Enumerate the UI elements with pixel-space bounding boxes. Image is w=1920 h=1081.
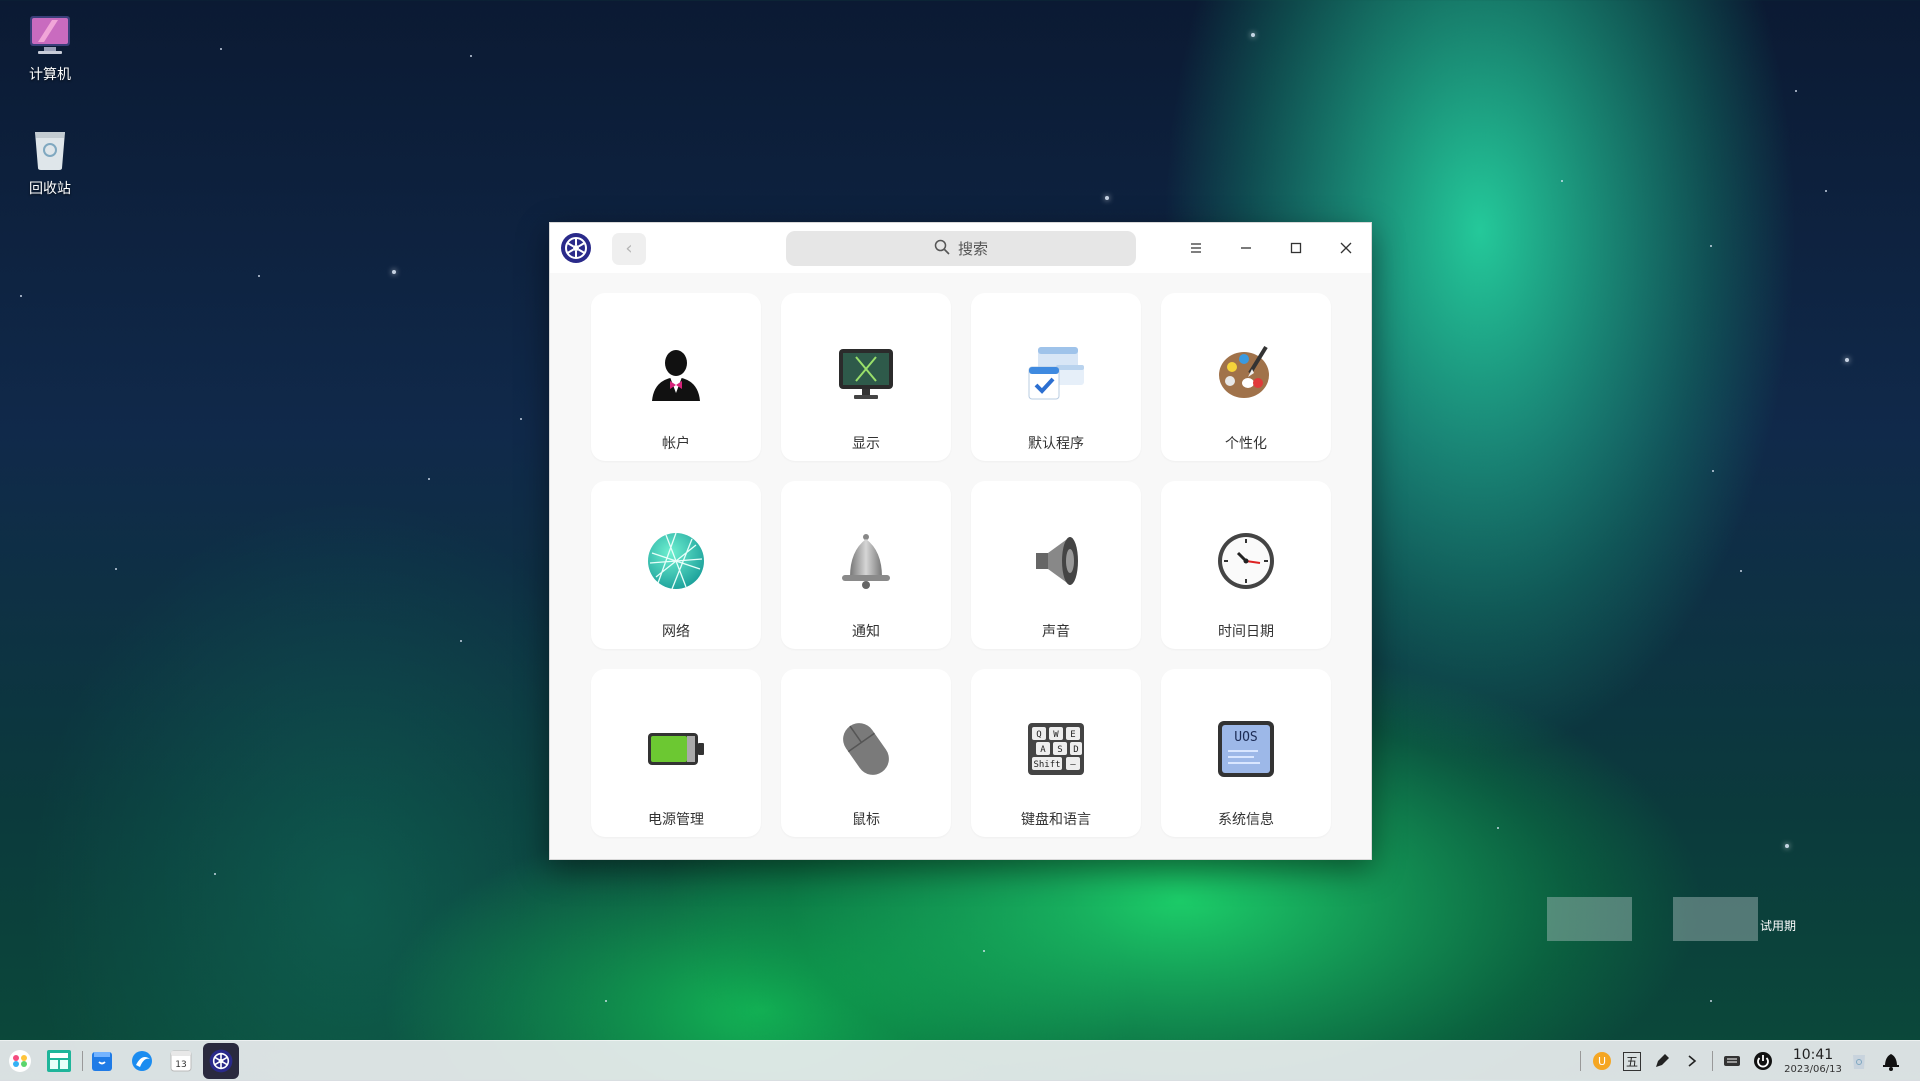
taskbar: 13 U 五	[0, 1040, 1920, 1081]
pen-tool-icon[interactable]	[1647, 1046, 1677, 1076]
svg-text:D: D	[1073, 745, 1078, 755]
tray-expand-icon[interactable]	[1677, 1046, 1707, 1076]
tile-mouse[interactable]: 鼠标	[781, 669, 951, 837]
tile-label: 默认程序	[1028, 436, 1084, 452]
clock-icon	[1216, 531, 1276, 591]
control-center-logo-icon	[560, 232, 592, 264]
tile-label: 时间日期	[1218, 624, 1274, 640]
search-placeholder: 搜索	[957, 240, 988, 258]
svg-text:UOS: UOS	[1234, 730, 1257, 745]
tile-display[interactable]: 显示	[781, 293, 951, 461]
tile-default-apps[interactable]: 默认程序	[971, 293, 1141, 461]
svg-text:U: U	[1598, 1055, 1606, 1068]
back-button[interactable]: ‹	[612, 233, 646, 265]
display-icon	[836, 343, 896, 403]
trash-icon	[28, 128, 72, 172]
maximize-button[interactable]	[1280, 233, 1312, 263]
tile-system-info[interactable]: UOS 系统信息	[1161, 669, 1331, 837]
svg-text:E: E	[1070, 730, 1075, 740]
app-store-icon[interactable]	[87, 1046, 117, 1076]
tray-app-icon[interactable]: U	[1587, 1046, 1617, 1076]
launcher-icon[interactable]	[5, 1046, 35, 1076]
calendar-icon[interactable]: 13	[166, 1046, 196, 1076]
trash-tray-icon[interactable]	[1844, 1046, 1874, 1076]
clock-time[interactable]: 10:41	[1788, 1047, 1838, 1063]
svg-text:W: W	[1053, 730, 1059, 740]
svg-text:A: A	[1040, 745, 1046, 755]
menu-button[interactable]	[1180, 233, 1212, 263]
titlebar: ‹ 搜索	[550, 223, 1371, 273]
watermark-block	[1673, 897, 1758, 941]
minimize-button[interactable]	[1230, 233, 1262, 263]
control-center-window: ‹ 搜索 帐户 显示 默认程序 个性化 网络 通知 声音 时间日期 电源管理 鼠…	[549, 222, 1372, 860]
tile-personalization[interactable]: 个性化	[1161, 293, 1331, 461]
close-button[interactable]	[1330, 233, 1362, 263]
tile-keyboard[interactable]: Q W E A S D Shift — 键盘和语言	[971, 669, 1141, 837]
power-icon[interactable]	[1748, 1046, 1778, 1076]
account-icon	[646, 343, 706, 403]
clock-date[interactable]: 2023/06/13	[1782, 1064, 1844, 1075]
ime-label: 五	[1622, 1051, 1641, 1071]
tile-account[interactable]: 帐户	[591, 293, 761, 461]
desktop-computer[interactable]: 计算机	[10, 14, 90, 84]
mouse-icon	[836, 719, 896, 779]
tile-label: 键盘和语言	[1021, 812, 1091, 828]
default-apps-icon	[1026, 343, 1086, 403]
tile-label: 个性化	[1225, 436, 1267, 452]
watermark-block	[1547, 897, 1632, 941]
taskbar-separator	[1580, 1051, 1581, 1071]
tile-label: 电源管理	[648, 812, 704, 828]
notification-icon	[836, 531, 896, 591]
personalization-icon	[1216, 343, 1276, 403]
minimize-icon	[1241, 247, 1251, 249]
tile-label: 声音	[1042, 624, 1070, 640]
svg-text:13: 13	[175, 1060, 186, 1070]
browser-icon[interactable]	[127, 1046, 157, 1076]
tile-sound[interactable]: 声音	[971, 481, 1141, 649]
maximize-icon	[1290, 242, 1302, 254]
svg-text:S: S	[1057, 745, 1062, 755]
taskbar-separator	[82, 1051, 83, 1071]
tile-power[interactable]: 电源管理	[591, 669, 761, 837]
tile-network[interactable]: 网络	[591, 481, 761, 649]
search-input[interactable]: 搜索	[786, 231, 1136, 266]
tile-label: 系统信息	[1218, 812, 1274, 828]
tile-label: 鼠标	[852, 812, 880, 828]
computer-icon	[28, 14, 72, 58]
search-icon	[934, 239, 950, 259]
multitask-view-icon[interactable]	[44, 1046, 74, 1076]
taskbar-separator	[1712, 1051, 1713, 1071]
tile-label: 帐户	[662, 436, 690, 452]
tile-label: 通知	[852, 624, 880, 640]
battery-icon	[646, 719, 706, 779]
desktop-icon-label: 计算机	[29, 67, 71, 83]
svg-text:Q: Q	[1036, 730, 1041, 740]
notification-bell-icon[interactable]	[1876, 1046, 1906, 1076]
desktop-trash[interactable]: 回收站	[10, 128, 90, 198]
trial-watermark: 试用期	[1760, 919, 1797, 933]
close-icon	[1340, 242, 1352, 254]
input-method-indicator[interactable]: 五	[1617, 1046, 1647, 1076]
control-center-taskbar-icon[interactable]	[203, 1043, 239, 1079]
sound-icon	[1026, 531, 1086, 591]
keyboard-tray-icon[interactable]	[1717, 1046, 1747, 1076]
desktop-icon-label: 回收站	[29, 181, 71, 197]
network-icon	[646, 531, 706, 591]
svg-text:Shift: Shift	[1033, 760, 1060, 770]
keyboard-icon: Q W E A S D Shift —	[1026, 719, 1086, 779]
tile-label: 网络	[662, 624, 690, 640]
tile-notification[interactable]: 通知	[781, 481, 951, 649]
system-info-icon: UOS	[1216, 719, 1276, 779]
tile-label: 显示	[852, 436, 880, 452]
tile-datetime[interactable]: 时间日期	[1161, 481, 1331, 649]
menu-icon	[1191, 243, 1201, 253]
svg-text:—: —	[1070, 760, 1076, 770]
